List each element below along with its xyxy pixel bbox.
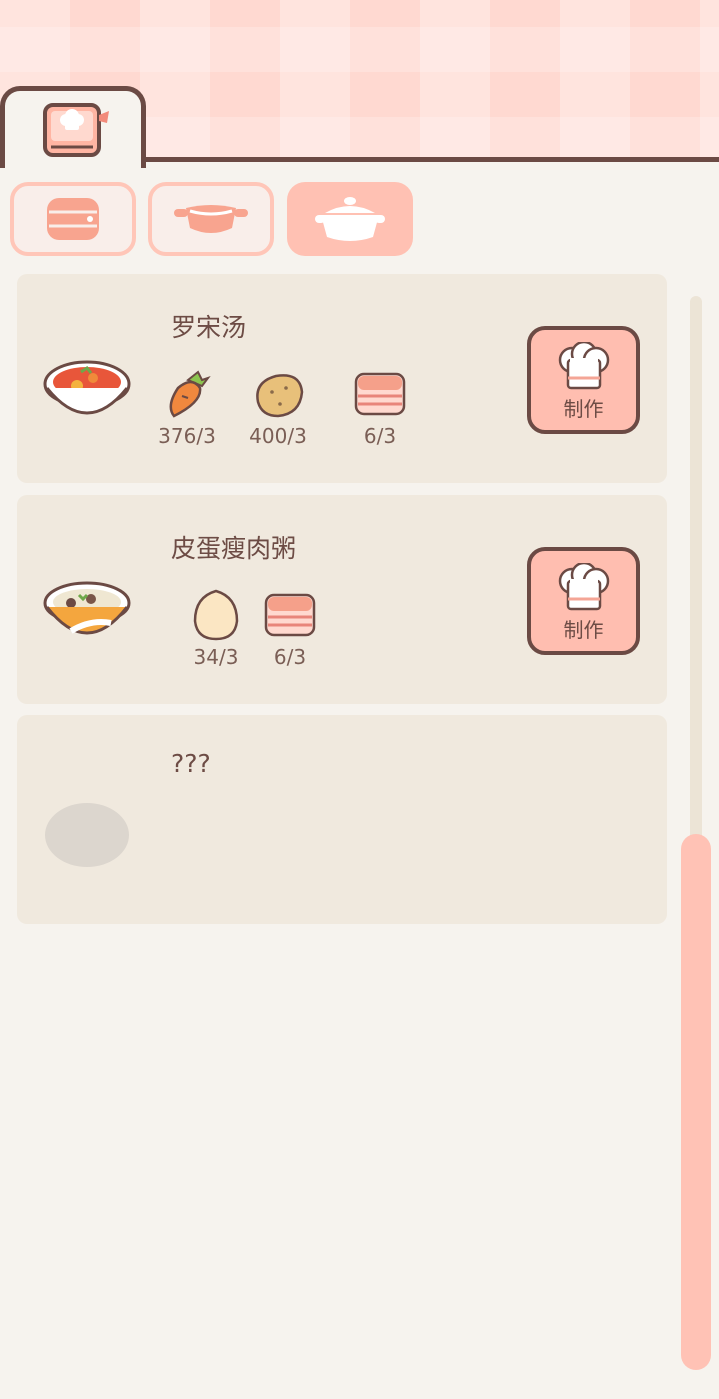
category-tab-stock-pot[interactable] xyxy=(10,182,136,256)
make-button-label: 制作 xyxy=(563,618,604,642)
ingredient-count: 376/3 xyxy=(158,424,216,448)
recipe-book-icon xyxy=(43,103,109,157)
ingredient-item: 34/3 xyxy=(181,587,251,669)
recipe-name: 罗宋汤 xyxy=(171,313,247,342)
pot-stack-icon xyxy=(47,198,99,240)
make-button-label: 制作 xyxy=(563,397,604,421)
ingredient-item: 376/3 xyxy=(152,366,222,448)
ingredient-count: 6/3 xyxy=(363,424,397,448)
bacon-icon xyxy=(264,593,316,637)
borscht-bowl-icon xyxy=(43,360,131,415)
congee-bowl-icon xyxy=(43,581,131,635)
ingredient-count: 34/3 xyxy=(193,645,239,669)
category-tab-casserole[interactable] xyxy=(287,182,413,256)
ingredient-count: 6/3 xyxy=(273,645,307,669)
recipe-card: 罗宋汤 376/3 400/3 6/3 制作 xyxy=(17,274,667,483)
recipe-name: ??? xyxy=(171,749,211,778)
category-tab-pan[interactable] xyxy=(148,182,274,256)
bacon-icon xyxy=(354,372,406,416)
recipe-card-locked: ??? xyxy=(17,715,667,924)
make-button[interactable]: 制作 xyxy=(527,326,640,434)
chef-hat-icon xyxy=(558,342,609,390)
make-button[interactable]: 制作 xyxy=(527,547,640,655)
carrot-icon xyxy=(169,370,211,418)
ingredient-item: 400/3 xyxy=(243,366,313,448)
recipe-name: 皮蛋瘦肉粥 xyxy=(171,534,297,563)
potato-icon xyxy=(256,374,304,418)
recipe-card: 皮蛋瘦肉粥 34/3 6/3 制作 xyxy=(17,495,667,704)
scrollbar-thumb[interactable] xyxy=(681,834,711,1370)
casserole-icon xyxy=(315,197,385,241)
ingredient-count: 400/3 xyxy=(249,424,307,448)
tab-bar-divider xyxy=(140,157,719,162)
egg-icon xyxy=(193,589,239,641)
ingredient-item: 6/3 xyxy=(345,366,415,448)
pan-icon xyxy=(174,205,248,233)
locked-dish-icon xyxy=(45,803,129,867)
ingredient-item: 6/3 xyxy=(255,587,325,669)
chef-hat-icon xyxy=(558,563,609,611)
tab-recipes[interactable] xyxy=(0,86,146,168)
